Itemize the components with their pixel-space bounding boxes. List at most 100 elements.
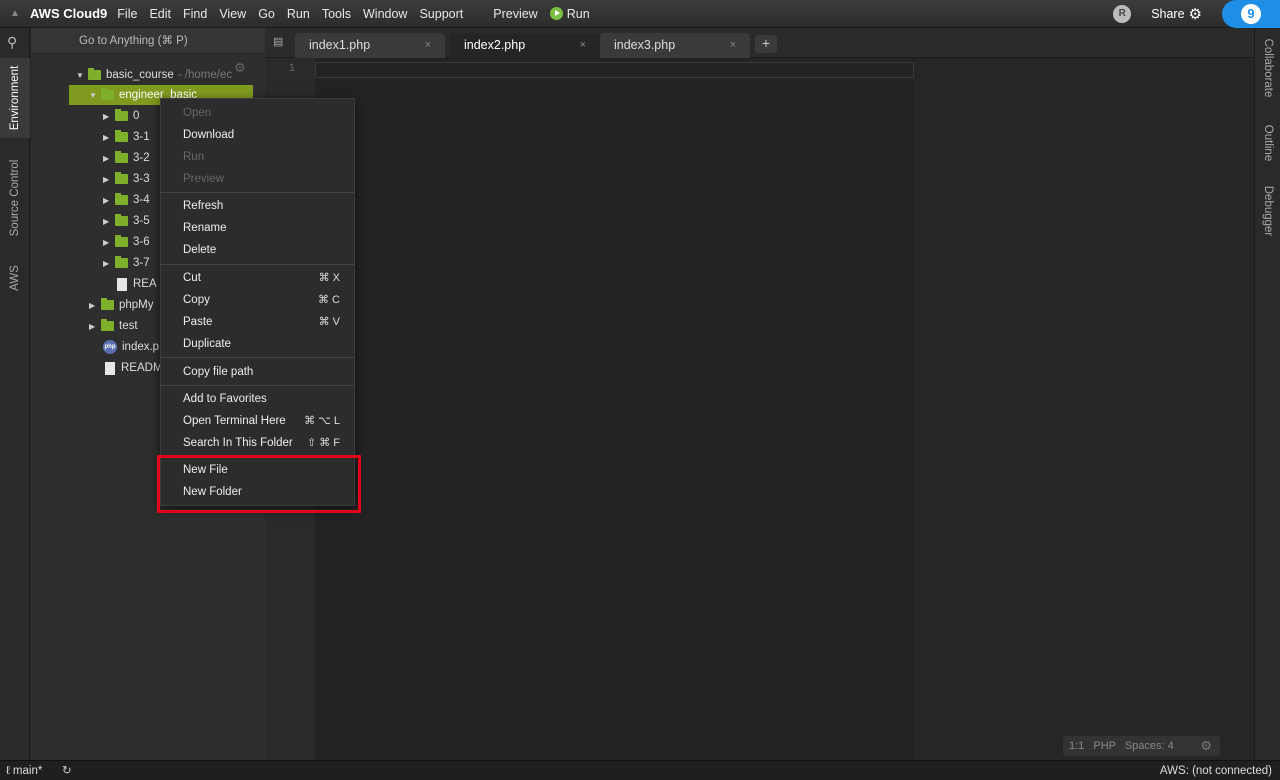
folder-icon bbox=[115, 130, 128, 142]
folder-icon bbox=[115, 235, 128, 247]
cloud9-logo[interactable]: 9 bbox=[1222, 0, 1280, 28]
menu-tools[interactable]: Tools bbox=[322, 7, 351, 21]
editor-tab-bar: ▤ index1.php × index2.php × index3.php ×… bbox=[265, 28, 1254, 58]
collapsed-arrow-icon: ▶ bbox=[89, 321, 96, 331]
php-file-icon: php bbox=[103, 340, 117, 354]
tree-item-label: 3-5 bbox=[133, 215, 150, 227]
menu-window[interactable]: Window bbox=[363, 7, 407, 21]
aws-connection-status[interactable]: AWS: (not connected) bbox=[1160, 761, 1272, 780]
menu-run[interactable]: Run bbox=[287, 7, 310, 21]
preferences-gear-icon[interactable]: ⚙ bbox=[1189, 5, 1202, 23]
editor-settings-gear-icon[interactable]: ⚙ bbox=[1200, 736, 1212, 756]
indentation-setting[interactable]: Spaces: 4 bbox=[1125, 740, 1174, 752]
menu-search-folder-label: Search In This Folder bbox=[183, 437, 293, 449]
tab-debugger-label: Debugger bbox=[1262, 185, 1274, 237]
close-tab-icon[interactable]: × bbox=[425, 33, 431, 58]
tab-list-icon[interactable]: ▤ bbox=[273, 35, 283, 48]
language-mode[interactable]: PHP bbox=[1093, 740, 1115, 752]
share-button[interactable]: Share bbox=[1151, 7, 1184, 21]
menu-open-terminal-here[interactable]: Open Terminal Here ⌘ ⌥ L bbox=[161, 410, 354, 432]
run-button[interactable]: Run bbox=[549, 7, 590, 21]
search-icon[interactable]: ⚲ bbox=[7, 34, 17, 51]
git-branch[interactable]: ℓ main* bbox=[6, 761, 42, 780]
collapsed-arrow-icon: ▶ bbox=[103, 216, 110, 226]
menu-view[interactable]: View bbox=[219, 7, 246, 21]
menu-copy-file-path[interactable]: Copy file path bbox=[161, 361, 354, 383]
menu-find[interactable]: Find bbox=[183, 7, 207, 21]
print-margin-area bbox=[914, 58, 1254, 760]
tab-outline-label: Outline bbox=[1262, 124, 1274, 162]
menu-duplicate[interactable]: Duplicate bbox=[161, 333, 354, 355]
tab-label: index2.php bbox=[464, 38, 526, 52]
annotation-highlight-box bbox=[157, 455, 361, 513]
menu-bar: ▲ AWS Cloud9 File Edit Find View Go Run … bbox=[0, 0, 1280, 28]
folder-icon bbox=[115, 193, 128, 205]
tree-root-folder[interactable]: ▼ basic_course - /home/ec bbox=[31, 65, 265, 85]
menu-support[interactable]: Support bbox=[419, 7, 463, 21]
menu-paste-label: Paste bbox=[183, 316, 213, 328]
collapsed-arrow-icon: ▶ bbox=[103, 132, 110, 142]
menu-copy[interactable]: Copy ⌘ C bbox=[161, 289, 354, 311]
menu-paste[interactable]: Paste ⌘ V bbox=[161, 311, 354, 333]
tree-item-label: REA bbox=[133, 278, 157, 290]
close-tab-icon[interactable]: × bbox=[730, 33, 736, 58]
tab-index2[interactable]: index2.php × bbox=[450, 33, 600, 58]
tab-environment[interactable]: Environment bbox=[0, 58, 30, 138]
run-play-icon bbox=[549, 7, 563, 20]
tab-aws[interactable]: AWS bbox=[0, 253, 30, 303]
context-menu: Open Download Run Preview Refresh Rename… bbox=[160, 98, 355, 506]
active-line-highlight bbox=[315, 62, 914, 78]
menu-edit[interactable]: Edit bbox=[149, 7, 171, 21]
shortcut-label: ⌘ V bbox=[318, 316, 340, 328]
tab-source-control[interactable]: Source Control bbox=[0, 143, 30, 253]
cursor-position[interactable]: 1:1 bbox=[1069, 740, 1084, 752]
menu-file[interactable]: File bbox=[117, 7, 137, 21]
right-panel-strip: Collaborate Outline Debugger bbox=[1254, 28, 1280, 760]
tree-item-label: 3-4 bbox=[133, 194, 150, 206]
tab-debugger[interactable]: Debugger bbox=[1255, 176, 1280, 246]
new-tab-plus-icon[interactable]: + bbox=[755, 35, 777, 53]
preview-button[interactable]: Preview bbox=[493, 7, 537, 21]
menu-search-in-folder[interactable]: Search In This Folder ⇧ ⌘ F bbox=[161, 432, 354, 454]
refresh-icon[interactable]: ↻ bbox=[62, 761, 72, 780]
menu-cut-label: Cut bbox=[183, 272, 201, 284]
tab-index1[interactable]: index1.php × bbox=[295, 33, 445, 58]
tab-collaborate[interactable]: Collaborate bbox=[1255, 28, 1280, 108]
menu-delete[interactable]: Delete bbox=[161, 239, 354, 261]
menu-separator bbox=[161, 192, 354, 193]
menu-copy-label: Copy bbox=[183, 294, 210, 306]
tab-collaborate-label: Collaborate bbox=[1262, 38, 1274, 98]
menu-refresh[interactable]: Refresh bbox=[161, 195, 354, 217]
tree-item-label: 3-6 bbox=[133, 236, 150, 248]
menubar-right: R Share ⚙ 9 bbox=[1113, 0, 1280, 28]
menu-open-terminal-label: Open Terminal Here bbox=[183, 415, 286, 427]
menu-rename[interactable]: Rename bbox=[161, 217, 354, 239]
menu-run-item: Run bbox=[183, 151, 205, 163]
collapse-toolbar-icon[interactable]: ▲ bbox=[0, 8, 30, 19]
shortcut-label: ⌘ ⌥ L bbox=[304, 415, 340, 427]
folder-icon bbox=[115, 214, 128, 226]
go-to-anything-input[interactable]: Go to Anything (⌘ P) bbox=[31, 28, 265, 54]
expanded-arrow-icon: ▼ bbox=[89, 90, 97, 100]
tab-index3[interactable]: index3.php × bbox=[600, 33, 750, 58]
cloud9-icon: 9 bbox=[1241, 4, 1261, 24]
tree-item-label: 3-1 bbox=[133, 131, 150, 143]
user-avatar[interactable]: R bbox=[1113, 5, 1132, 23]
menu-download[interactable]: Download bbox=[161, 124, 354, 146]
menu-separator bbox=[161, 357, 354, 358]
brand-menu[interactable]: AWS Cloud9 bbox=[30, 6, 107, 21]
tree-item-label: 3-2 bbox=[133, 152, 150, 164]
folder-icon bbox=[101, 319, 114, 331]
menu-add-to-favorites[interactable]: Add to Favorites bbox=[161, 388, 354, 410]
collapsed-arrow-icon: ▶ bbox=[103, 111, 110, 121]
tree-root-path: - /home/ec bbox=[177, 69, 233, 81]
close-tab-icon[interactable]: × bbox=[580, 33, 586, 58]
tree-item-label: index.p bbox=[122, 341, 160, 353]
tree-item-label: test bbox=[119, 320, 138, 332]
menu-cut[interactable]: Cut ⌘ X bbox=[161, 267, 354, 289]
shortcut-label: ⌘ C bbox=[318, 294, 340, 306]
collapsed-arrow-icon: ▶ bbox=[103, 258, 110, 268]
tab-outline[interactable]: Outline bbox=[1255, 113, 1280, 173]
file-icon bbox=[105, 361, 115, 375]
menu-go[interactable]: Go bbox=[258, 7, 275, 21]
